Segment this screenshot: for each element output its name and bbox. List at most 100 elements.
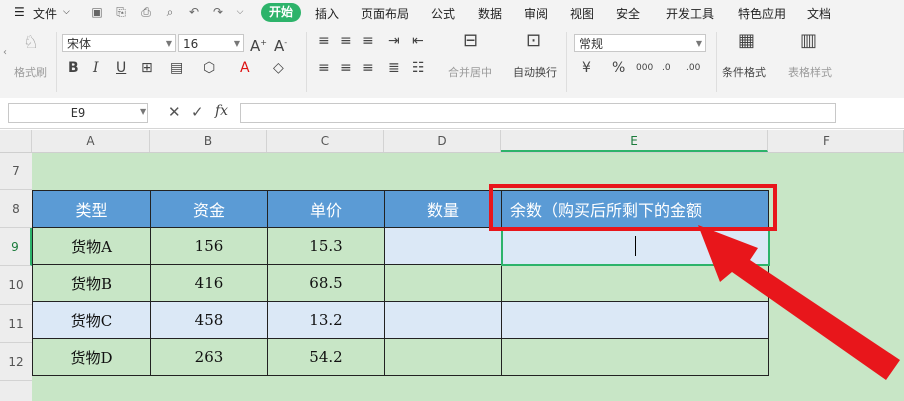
- row-header-9[interactable]: 9: [0, 228, 32, 266]
- justify-icon[interactable]: ≣: [388, 59, 400, 77]
- align-center-icon[interactable]: ≡: [340, 59, 352, 77]
- column-header-e[interactable]: E: [501, 130, 768, 152]
- column-header-b[interactable]: B: [150, 130, 267, 152]
- percent-icon[interactable]: %: [612, 59, 625, 77]
- align-middle-icon[interactable]: ≡: [340, 32, 352, 50]
- tab-data[interactable]: 数据: [478, 5, 502, 22]
- table-cell[interactable]: 货物D: [32, 338, 151, 376]
- undo-icon[interactable]: ↶: [187, 5, 201, 19]
- font-name-select[interactable]: 宋体 ▼: [62, 34, 176, 52]
- confirm-icon[interactable]: ✓: [191, 103, 204, 121]
- font-size-select[interactable]: 16 ▼: [178, 34, 244, 52]
- table-cell[interactable]: 货物B: [32, 264, 151, 302]
- bold-icon[interactable]: B: [68, 59, 79, 77]
- format-painter-icon[interactable]: ♘: [20, 34, 42, 52]
- increase-decimal-icon[interactable]: .0: [662, 59, 671, 77]
- underline-icon[interactable]: U: [116, 59, 126, 77]
- column-header-a[interactable]: A: [32, 130, 150, 152]
- column-header-c[interactable]: C: [267, 130, 384, 152]
- insert-function-icon[interactable]: fx: [215, 103, 228, 119]
- row-header-11[interactable]: 11: [0, 305, 32, 343]
- tab-document[interactable]: 文档: [807, 5, 831, 22]
- tab-formulas[interactable]: 公式: [431, 5, 455, 22]
- italic-icon[interactable]: I: [93, 59, 99, 77]
- export-icon[interactable]: ⎘: [114, 5, 128, 19]
- tab-features[interactable]: 特色应用: [738, 5, 786, 22]
- header-cell-funds[interactable]: 资金: [150, 190, 268, 228]
- select-all-corner[interactable]: [0, 130, 32, 152]
- column-header-f[interactable]: F: [768, 130, 904, 152]
- align-top-icon[interactable]: ≡: [318, 32, 330, 50]
- table-style-icon[interactable]: ▥: [800, 32, 817, 50]
- tab-home[interactable]: 开始: [261, 3, 301, 22]
- wrap-text-label[interactable]: 自动换行: [513, 64, 557, 80]
- row-header-7[interactable]: 7: [0, 153, 32, 190]
- chevron-down-icon[interactable]: ⌵: [63, 7, 70, 17]
- decrease-font-icon[interactable]: A-: [274, 34, 287, 55]
- clear-format-icon[interactable]: ◇: [273, 59, 284, 77]
- table-cell[interactable]: 68.5: [267, 264, 385, 302]
- header-cell-type[interactable]: 类型: [32, 190, 151, 228]
- fill-color-icon[interactable]: ⬡: [203, 59, 215, 77]
- table-cell[interactable]: 货物C: [32, 301, 151, 339]
- header-cell-quantity[interactable]: 数量: [384, 190, 502, 228]
- table-cell[interactable]: 156: [150, 227, 268, 265]
- format-painter-label: 格式刷: [14, 66, 47, 79]
- thousands-icon[interactable]: 000: [636, 59, 653, 77]
- print-icon[interactable]: ⎙: [139, 5, 153, 19]
- table-cell[interactable]: 416: [150, 264, 268, 302]
- chevron-down-icon[interactable]: ⌵: [233, 5, 247, 19]
- table-cell[interactable]: 15.3: [267, 227, 385, 265]
- save-icon[interactable]: ▣: [90, 5, 104, 19]
- tab-insert[interactable]: 插入: [315, 5, 339, 22]
- column-header-d[interactable]: D: [384, 130, 501, 152]
- row-header-10[interactable]: 10: [0, 266, 32, 305]
- conditional-format-icon[interactable]: ▦: [738, 32, 755, 50]
- tab-view[interactable]: 视图: [570, 5, 594, 22]
- currency-icon[interactable]: ¥: [582, 59, 591, 77]
- table-cell[interactable]: 263: [150, 338, 268, 376]
- table-cell[interactable]: [384, 227, 502, 265]
- table-cell[interactable]: 458: [150, 301, 268, 339]
- borders-icon[interactable]: ⊞: [141, 59, 153, 77]
- align-bottom-icon[interactable]: ≡: [362, 32, 374, 50]
- font-color-icon[interactable]: A: [240, 59, 250, 77]
- row-header-12[interactable]: 12: [0, 343, 32, 381]
- row-header-8[interactable]: 8: [0, 190, 32, 228]
- number-format-select[interactable]: 常规 ▼: [574, 34, 706, 52]
- decrease-decimal-icon[interactable]: .00: [686, 59, 700, 77]
- hamburger-icon[interactable]: ☰: [14, 5, 25, 19]
- table-cell[interactable]: [384, 301, 502, 339]
- table-cell[interactable]: 54.2: [267, 338, 385, 376]
- chevron-down-icon[interactable]: ▼: [140, 107, 146, 116]
- tab-review[interactable]: 审阅: [524, 5, 548, 22]
- distributed-icon[interactable]: ☷: [412, 59, 425, 77]
- ribbon-scroll-left-icon[interactable]: ‹: [0, 44, 10, 62]
- header-cell-unit-price[interactable]: 单价: [267, 190, 385, 228]
- tab-security[interactable]: 安全: [616, 5, 640, 22]
- align-right-icon[interactable]: ≡: [362, 59, 374, 77]
- cancel-icon[interactable]: ✕: [168, 103, 181, 121]
- table-cell[interactable]: [384, 264, 502, 302]
- outdent-icon[interactable]: ⇤: [412, 32, 424, 50]
- table-cell[interactable]: 货物A: [32, 227, 151, 265]
- name-box[interactable]: E9: [8, 103, 148, 123]
- table-cell[interactable]: 13.2: [267, 301, 385, 339]
- print-preview-icon[interactable]: ⌕: [163, 5, 177, 19]
- align-left-icon[interactable]: ≡: [318, 59, 330, 77]
- tab-developer[interactable]: 开发工具: [666, 5, 714, 22]
- file-menu[interactable]: 文件: [33, 5, 57, 22]
- tab-page-layout[interactable]: 页面布局: [361, 5, 409, 22]
- table-cell[interactable]: [384, 338, 502, 376]
- merge-cells-icon[interactable]: ▤: [170, 59, 183, 77]
- table-style-label[interactable]: 表格样式: [788, 64, 832, 80]
- formula-input[interactable]: [240, 103, 836, 123]
- merge-center-icon[interactable]: ⊟: [463, 32, 478, 50]
- increase-font-icon[interactable]: A+: [250, 34, 267, 55]
- redo-icon[interactable]: ↷: [211, 5, 225, 19]
- wrap-text-icon[interactable]: ⊡: [526, 32, 541, 50]
- conditional-format-label[interactable]: 条件格式: [722, 64, 766, 80]
- merge-center-label[interactable]: 合并居中: [448, 64, 492, 80]
- indent-icon[interactable]: ⇥: [388, 32, 400, 50]
- chevron-down-icon: ▼: [233, 39, 240, 48]
